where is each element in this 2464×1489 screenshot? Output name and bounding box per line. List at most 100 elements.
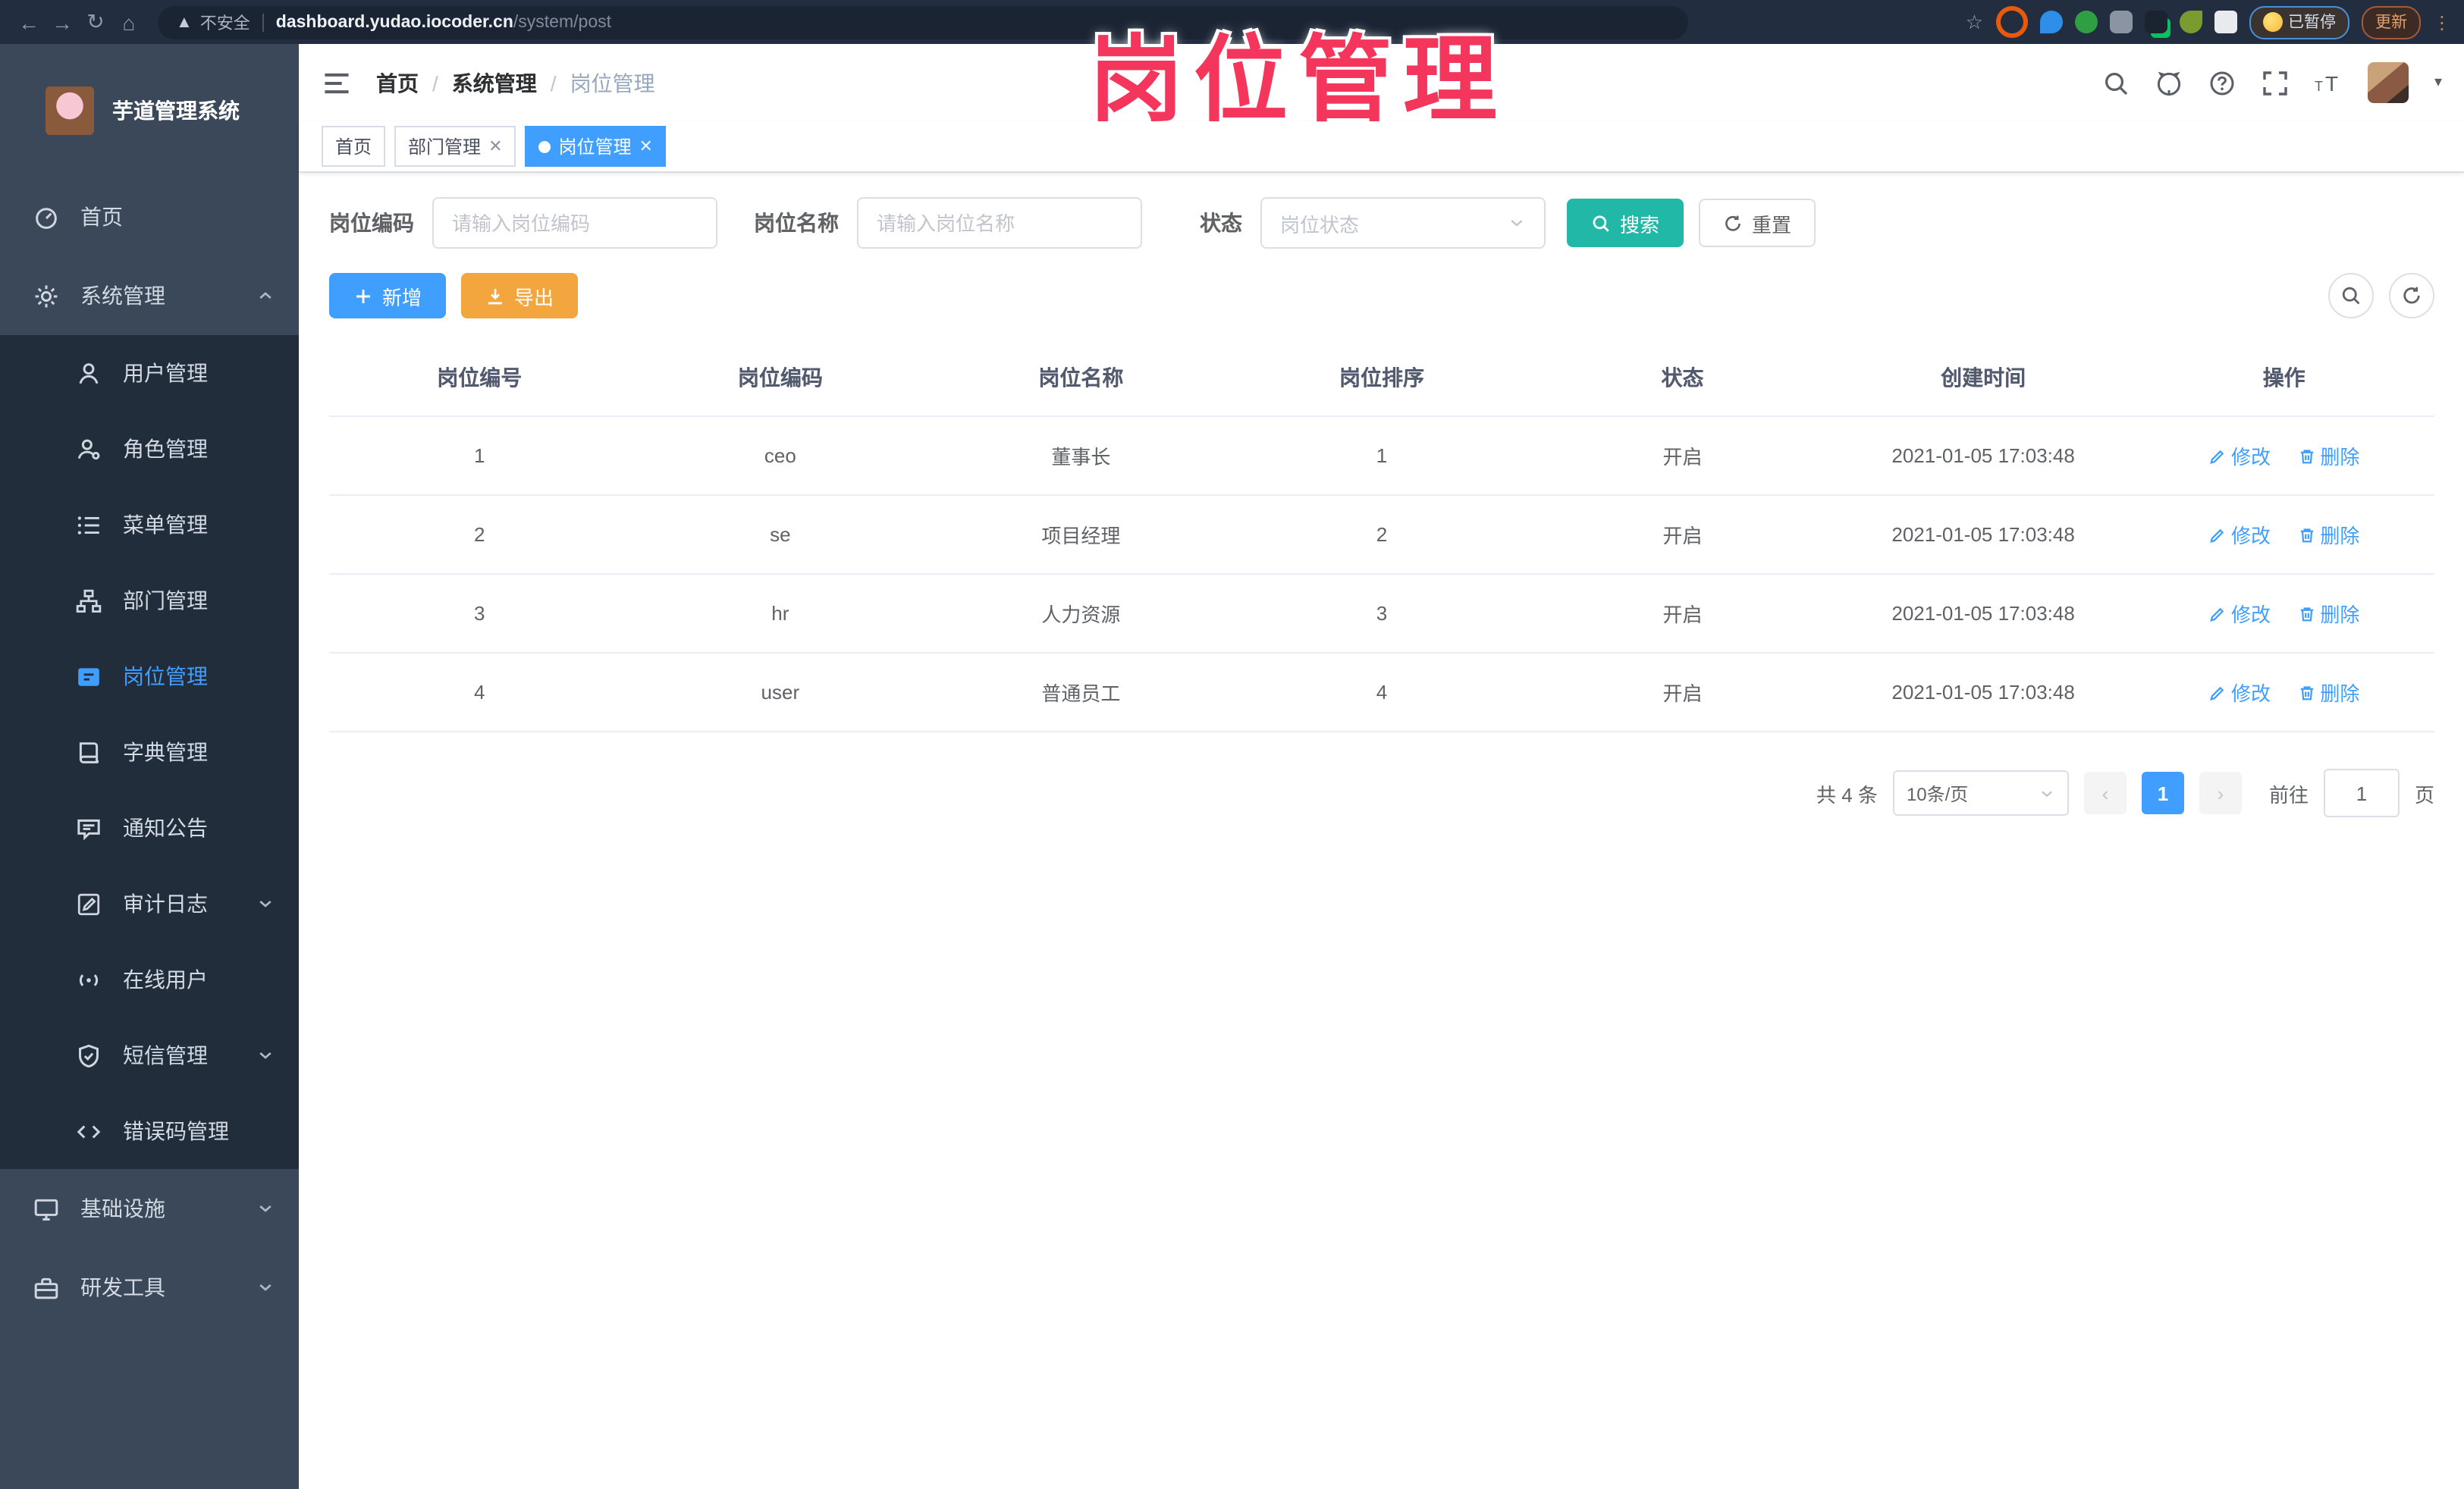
prev-page-button[interactable]: ‹ <box>2083 772 2127 814</box>
sidebar-item-menus[interactable]: 菜单管理 <box>0 487 299 563</box>
sidebar-item-infrastructure[interactable]: 基础设施 <box>0 1169 299 1248</box>
refresh-icon <box>2401 285 2422 306</box>
extension-icon[interactable] <box>2039 11 2062 33</box>
sidebar-item-departments[interactable]: 部门管理 <box>0 563 299 638</box>
sidebar-item-error-codes[interactable]: 错误码管理 <box>0 1093 299 1169</box>
sidebar-item-dictionary[interactable]: 字典管理 <box>0 714 299 790</box>
extension-icon[interactable] <box>2144 11 2167 33</box>
table-row: 4 user 普通员工 4 开启 2021-01-05 17:03:48 修改 … <box>329 653 2434 732</box>
search-icon[interactable] <box>2102 69 2130 96</box>
update-button[interactable]: 更新 <box>2362 5 2421 39</box>
sidebar-item-notices[interactable]: 通知公告 <box>0 790 299 866</box>
extension-icon[interactable] <box>2179 11 2202 33</box>
tab-posts[interactable]: 岗位管理 ✕ <box>525 126 667 167</box>
paused-profile-badge[interactable]: 已暂停 <box>2249 5 2349 39</box>
edit-link[interactable]: 修改 <box>2208 520 2271 549</box>
goto-suffix: 页 <box>2414 783 2434 806</box>
edit-label: 修改 <box>2231 525 2271 547</box>
sidebar-item-online-users[interactable]: 在线用户 <box>0 942 299 1017</box>
status-select[interactable]: 岗位状态 <box>1260 197 1546 249</box>
next-page-button[interactable]: › <box>2199 772 2242 814</box>
delete-link[interactable]: 删除 <box>2297 520 2359 549</box>
sidebar-item-home[interactable]: 首页 <box>0 177 299 256</box>
chevron-down-icon <box>2039 785 2055 801</box>
fullscreen-icon[interactable] <box>2262 69 2289 96</box>
cell-name: 人力资源 <box>931 574 1232 654</box>
delete-label: 删除 <box>2320 603 2360 626</box>
sidebar-item-label: 基础设施 <box>80 1196 165 1221</box>
cell-sort: 4 <box>1231 653 1533 732</box>
home-icon[interactable]: ⌂ <box>112 5 146 39</box>
delete-link[interactable]: 删除 <box>2297 599 2359 628</box>
cell-actions: 修改 删除 <box>2133 416 2434 496</box>
sidebar-item-audit-log[interactable]: 审计日志 <box>0 866 299 942</box>
breadcrumb-system[interactable]: 系统管理 <box>452 67 537 98</box>
app-logo[interactable]: 芋道管理系统 <box>0 44 299 177</box>
security-label[interactable]: 不安全 <box>200 10 250 34</box>
status-select-placeholder: 岗位状态 <box>1280 213 1360 236</box>
delete-icon <box>2297 525 2315 544</box>
extensions-puzzle-icon[interactable] <box>2214 11 2236 33</box>
search-button[interactable]: 搜索 <box>1567 199 1684 247</box>
sidebar-item-users[interactable]: 用户管理 <box>0 335 299 411</box>
github-icon[interactable] <box>2155 69 2183 96</box>
post-name-input[interactable] <box>857 197 1142 249</box>
logo-image <box>46 86 94 135</box>
refresh-table-button[interactable] <box>2389 273 2434 318</box>
post-code-input[interactable] <box>432 197 717 249</box>
help-icon[interactable] <box>2208 69 2236 96</box>
table-setting-buttons <box>2328 273 2434 318</box>
extension-icon[interactable] <box>2074 11 2097 33</box>
monitor-icon <box>33 1196 59 1221</box>
close-icon[interactable]: ✕ <box>488 136 502 156</box>
role-icon <box>76 436 102 462</box>
download-icon <box>485 286 505 306</box>
goto-page-input[interactable] <box>2323 769 2400 817</box>
reload-icon[interactable]: ↻ <box>79 5 112 39</box>
breadcrumb-home[interactable]: 首页 <box>376 67 419 98</box>
table-row: 1 ceo 董事长 1 开启 2021-01-05 17:03:48 修改 删除 <box>329 416 2434 496</box>
tab-home[interactable]: 首页 <box>322 126 386 167</box>
audit-log-icon <box>76 891 102 917</box>
sidebar-item-system[interactable]: 系统管理 <box>0 256 299 335</box>
browser-menu-icon[interactable]: ⋮ <box>2433 11 2453 33</box>
edit-link[interactable]: 修改 <box>2208 441 2271 470</box>
cell-id: 2 <box>329 495 630 575</box>
cell-time: 2021-01-05 17:03:48 <box>1832 416 2134 496</box>
avatar[interactable] <box>2367 62 2409 103</box>
page-size-select[interactable]: 10条/页 <box>1892 770 2069 816</box>
export-button[interactable]: 导出 <box>461 273 579 318</box>
sidebar-item-posts[interactable]: 岗位管理 <box>0 638 299 714</box>
tab-label: 部门管理 <box>408 136 482 158</box>
menu-list-icon <box>76 512 102 538</box>
toggle-search-button[interactable] <box>2328 273 2374 318</box>
sidebar-toggle-icon[interactable] <box>322 67 352 98</box>
shield-icon <box>76 1042 102 1068</box>
forward-icon[interactable]: → <box>46 5 79 39</box>
page-number-button[interactable]: 1 <box>2141 772 2184 814</box>
close-icon[interactable]: ✕ <box>639 136 653 156</box>
sidebar-item-label: 错误码管理 <box>123 1119 229 1143</box>
sidebar-item-roles[interactable]: 角色管理 <box>0 411 299 487</box>
page-root: 岗位管理 ← → ↻ ⌂ ▲ 不安全 dashboard.yudao.iocod… <box>0 0 2464 1489</box>
back-icon[interactable]: ← <box>12 5 46 39</box>
sidebar-item-devtools[interactable]: 研发工具 <box>0 1248 299 1327</box>
cell-status: 开启 <box>1532 574 1833 654</box>
chevron-down-icon[interactable]: ▾ <box>2434 74 2442 91</box>
sidebar-item-label: 短信管理 <box>123 1043 208 1067</box>
delete-link[interactable]: 删除 <box>2297 441 2359 470</box>
reset-button[interactable]: 重置 <box>1699 199 1816 247</box>
edit-link[interactable]: 修改 <box>2208 678 2271 707</box>
tab-departments[interactable]: 部门管理 ✕ <box>394 126 516 167</box>
add-button[interactable]: 新增 <box>329 273 447 318</box>
cell-sort: 3 <box>1231 574 1533 654</box>
extension-icon[interactable] <box>2109 11 2132 33</box>
font-size-icon[interactable]: TT <box>2315 69 2342 96</box>
bookmark-star-icon[interactable]: ☆ <box>1966 10 1983 34</box>
app-shell: 芋道管理系统 首页 系统管理 用户管理 角色管理 菜单管理 部门管理 岗位管理 … <box>0 44 2464 1489</box>
delete-link[interactable]: 删除 <box>2297 678 2359 707</box>
sidebar-item-sms[interactable]: 短信管理 <box>0 1017 299 1093</box>
edit-link[interactable]: 修改 <box>2208 599 2271 628</box>
extension-icon[interactable] <box>1995 6 2027 38</box>
search-form: 岗位编码 岗位名称 状态 岗位状态 搜 <box>329 197 2434 249</box>
